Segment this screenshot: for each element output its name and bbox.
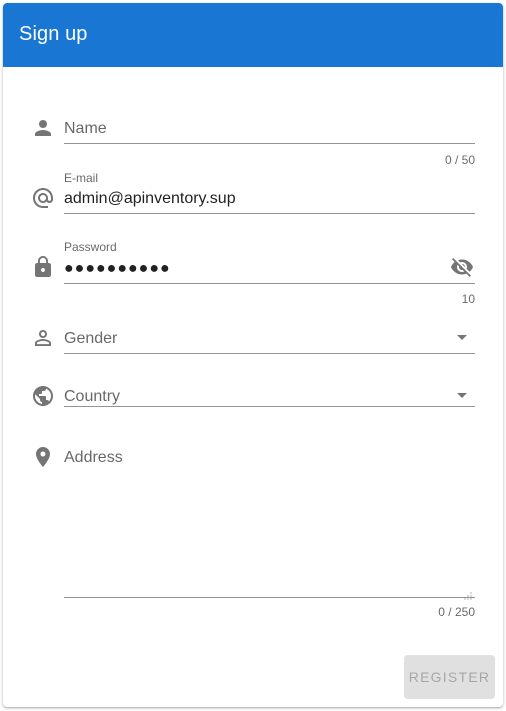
password-field-underline xyxy=(64,283,475,284)
register-button[interactable]: Register xyxy=(404,655,495,699)
gender-select-underline xyxy=(64,353,475,354)
eye-off-icon[interactable] xyxy=(450,255,474,279)
toolbar: Sign up xyxy=(3,3,503,67)
address-field[interactable] xyxy=(64,441,475,597)
name-char-counter: 0 / 50 xyxy=(444,153,475,167)
resize-handle-icon[interactable] xyxy=(464,587,472,600)
person-icon xyxy=(31,116,55,140)
lock-icon xyxy=(31,255,55,279)
name-field[interactable] xyxy=(64,111,475,143)
map-marker-icon xyxy=(31,445,55,469)
email-field-underline xyxy=(64,213,475,214)
globe-icon xyxy=(31,384,55,408)
page-title: Sign up xyxy=(19,23,88,45)
dropdown-arrow-icon[interactable] xyxy=(450,383,474,407)
email-field[interactable]: admin@apinventory.sup xyxy=(64,190,236,208)
password-field[interactable]: ●●●●●●●●●● xyxy=(64,259,171,279)
name-field-underline xyxy=(64,143,475,144)
at-sign-icon xyxy=(31,186,55,210)
address-field-underline xyxy=(64,597,475,598)
signup-card: Sign up Name 0 / 50 E-mail admin@apinven… xyxy=(3,3,503,707)
password-char-counter: 10 xyxy=(461,292,475,306)
email-field-label: E-mail xyxy=(64,171,99,185)
country-select-underline xyxy=(64,406,475,407)
country-select[interactable] xyxy=(64,379,475,407)
gender-select[interactable] xyxy=(64,321,475,353)
person-outline-icon xyxy=(31,326,55,350)
address-char-counter: 0 / 250 xyxy=(438,605,475,619)
dropdown-arrow-icon[interactable] xyxy=(450,325,474,349)
password-field-label: Password xyxy=(64,240,117,254)
